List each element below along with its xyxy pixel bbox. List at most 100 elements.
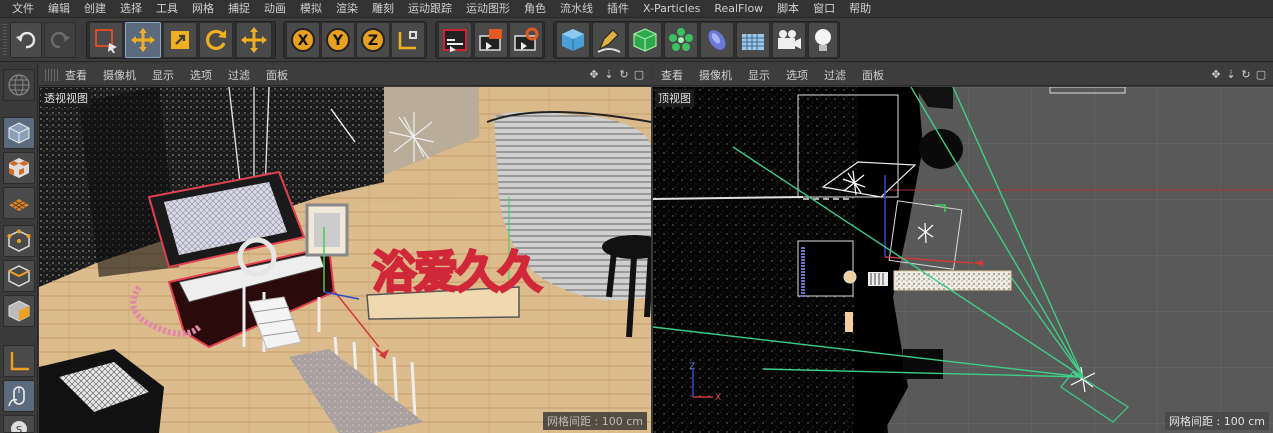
points-mode-button[interactable] bbox=[3, 225, 35, 257]
mouse-icon bbox=[8, 386, 25, 407]
cloner-button[interactable] bbox=[664, 22, 698, 58]
top-viewport[interactable]: 顶视图 Z X 网格间距: 100 cm bbox=[653, 87, 1273, 433]
viewport-grip[interactable] bbox=[45, 68, 59, 81]
display-menu-right[interactable]: 显示 bbox=[748, 67, 778, 83]
neon-sign-text: 浴爱久久 bbox=[372, 247, 542, 298]
menu-item[interactable]: 创建 bbox=[78, 0, 114, 18]
render-picture-viewer-icon bbox=[479, 29, 502, 51]
menu-bar: 文件 编辑 创建 选择 工具 网格 捕捉 动画 模拟 渲染 雕刻 运动跟踪 运动图形 角色 流水线 插件 X-P… bbox=[0, 0, 1273, 18]
make-editable-button[interactable] bbox=[3, 69, 35, 101]
orbit-icon[interactable]: ↻ bbox=[618, 68, 630, 81]
menu-item[interactable]: 帮助 bbox=[843, 0, 879, 18]
workplane-icon bbox=[9, 199, 29, 211]
menu-item[interactable]: 网格 bbox=[186, 0, 222, 18]
menu-item[interactable]: 插件 bbox=[601, 0, 637, 18]
render-settings-icon bbox=[514, 27, 539, 51]
coordinate-system-button[interactable] bbox=[391, 22, 425, 58]
live-select-button[interactable] bbox=[89, 22, 123, 58]
menu-item[interactable]: 雕刻 bbox=[366, 0, 402, 18]
maximize-icon[interactable]: ▢ bbox=[633, 68, 645, 81]
toolbar-grip[interactable] bbox=[3, 24, 7, 56]
subdivision-button[interactable] bbox=[628, 22, 662, 58]
model-mode-button[interactable] bbox=[3, 117, 35, 149]
perspective-viewport[interactable]: 透视视图 浴爱久久 网格间距: 100 cm bbox=[39, 87, 651, 433]
filter-menu[interactable]: 过滤 bbox=[228, 67, 258, 83]
undo-button[interactable] bbox=[10, 22, 42, 58]
filter-menu-right[interactable]: 过滤 bbox=[824, 67, 854, 83]
move-button-2[interactable] bbox=[236, 22, 272, 58]
light-icon bbox=[815, 29, 831, 51]
camera-button[interactable] bbox=[772, 22, 806, 58]
maximize-icon-right[interactable]: ▢ bbox=[1255, 68, 1267, 81]
render-picture-viewer-button[interactable] bbox=[474, 22, 508, 58]
axis-mode-button[interactable] bbox=[3, 345, 35, 377]
snap-button[interactable]: S bbox=[3, 415, 35, 433]
move-icon-2 bbox=[241, 27, 267, 53]
x-axis-button[interactable]: X bbox=[286, 22, 320, 58]
display-menu[interactable]: 显示 bbox=[152, 67, 182, 83]
top-viewport-menu: 查看 摄像机 显示 选项 过滤 面板 ✥ ⇣ ↻ ▢ bbox=[653, 64, 1273, 86]
menu-item[interactable]: 选择 bbox=[114, 0, 150, 18]
menu-item[interactable]: 工具 bbox=[150, 0, 186, 18]
camera-menu[interactable]: 摄像机 bbox=[103, 67, 144, 83]
deformer-button[interactable] bbox=[700, 22, 734, 58]
menu-item[interactable]: 渲染 bbox=[330, 0, 366, 18]
y-axis-icon: Y bbox=[326, 28, 350, 52]
viewport-label-right: 顶视图 bbox=[655, 89, 694, 107]
orbit-icon-right[interactable]: ↻ bbox=[1240, 68, 1252, 81]
menu-item[interactable]: 编辑 bbox=[42, 0, 78, 18]
move-button[interactable] bbox=[125, 22, 161, 58]
pan-icon-right[interactable]: ✥ bbox=[1210, 68, 1222, 81]
x-axis-letter: X bbox=[298, 33, 309, 49]
options-menu[interactable]: 选项 bbox=[190, 67, 220, 83]
tweak-mode-button[interactable] bbox=[3, 380, 35, 412]
options-menu-right[interactable]: 选项 bbox=[786, 67, 816, 83]
panel-menu-right[interactable]: 面板 bbox=[862, 67, 892, 83]
left-palette: S bbox=[0, 63, 38, 433]
render-settings-button[interactable] bbox=[509, 22, 543, 58]
camera-icon bbox=[778, 30, 801, 49]
menu-item[interactable]: X-Particles bbox=[637, 0, 708, 18]
menu-item[interactable]: 窗口 bbox=[807, 0, 843, 18]
z-axis-button[interactable]: Z bbox=[356, 22, 390, 58]
menu-item[interactable]: 运动图形 bbox=[460, 0, 518, 18]
redo-button[interactable] bbox=[44, 22, 76, 58]
pen-button[interactable] bbox=[592, 22, 626, 58]
menu-item[interactable]: 文件 bbox=[6, 0, 42, 18]
menu-item[interactable]: 运动跟踪 bbox=[402, 0, 460, 18]
menu-item[interactable]: 脚本 bbox=[771, 0, 807, 18]
undo-icon bbox=[16, 31, 36, 49]
menu-item[interactable]: 动画 bbox=[258, 0, 294, 18]
polygons-cube-icon bbox=[8, 300, 30, 322]
z-axis-letter: Z bbox=[368, 33, 378, 49]
cube-button[interactable] bbox=[556, 22, 590, 58]
workplane-button[interactable] bbox=[3, 187, 35, 219]
render-view-button[interactable] bbox=[438, 22, 472, 58]
viewport-label: 透视视图 bbox=[41, 89, 91, 107]
camera-menu-right[interactable]: 摄像机 bbox=[699, 67, 740, 83]
edges-mode-button[interactable] bbox=[3, 260, 35, 292]
axis-x-label: X bbox=[715, 393, 721, 403]
menu-item[interactable]: 捕捉 bbox=[222, 0, 258, 18]
scale-button[interactable] bbox=[163, 22, 197, 58]
menu-item[interactable]: 角色 bbox=[518, 0, 554, 18]
floor-button[interactable] bbox=[736, 22, 770, 58]
menu-item[interactable]: RealFlow bbox=[708, 0, 771, 18]
dolly-icon[interactable]: ⇣ bbox=[603, 68, 615, 81]
rotate-button[interactable] bbox=[199, 22, 233, 58]
grid-spacing-readout-right: 网格间距 : 100 cm bbox=[1165, 412, 1269, 430]
light-button[interactable] bbox=[808, 22, 838, 58]
menu-item[interactable]: 模拟 bbox=[294, 0, 330, 18]
view-menu-right[interactable]: 查看 bbox=[661, 67, 691, 83]
menu-item[interactable]: 流水线 bbox=[554, 0, 601, 18]
y-axis-button[interactable]: Y bbox=[321, 22, 355, 58]
texture-mode-button[interactable] bbox=[3, 152, 35, 184]
view-menu[interactable]: 查看 bbox=[65, 67, 95, 83]
panel-menu[interactable]: 面板 bbox=[266, 67, 296, 83]
polygons-mode-button[interactable] bbox=[3, 295, 35, 327]
pan-icon[interactable]: ✥ bbox=[588, 68, 600, 81]
sphere-wire-icon bbox=[8, 74, 30, 96]
dolly-icon-right[interactable]: ⇣ bbox=[1225, 68, 1237, 81]
points-cube-icon bbox=[7, 229, 31, 252]
snap-icon: S bbox=[11, 421, 27, 432]
